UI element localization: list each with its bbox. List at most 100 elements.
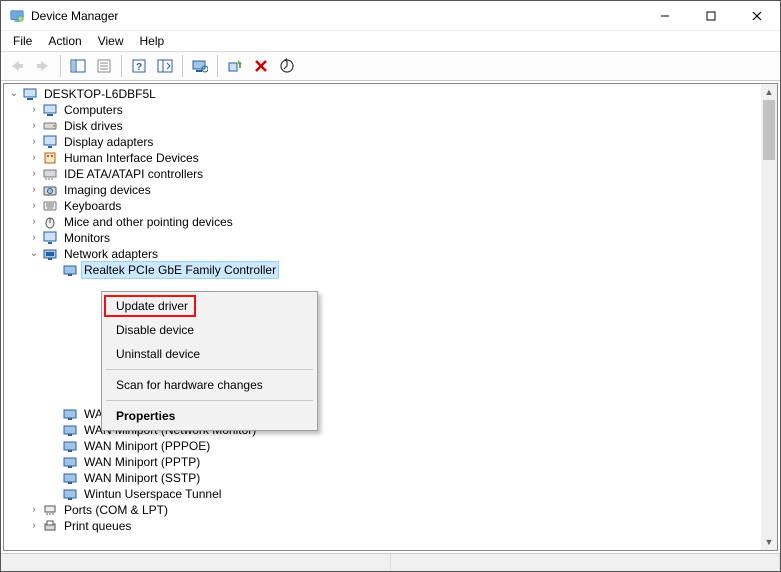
device-label: Realtek PCIe GbE Family Controller bbox=[82, 262, 278, 278]
menu-view[interactable]: View bbox=[90, 32, 132, 50]
expand-icon[interactable]: › bbox=[26, 118, 42, 134]
monitors-icon bbox=[42, 230, 58, 246]
tree-category[interactable]: ›Mice and other pointing devices bbox=[4, 214, 761, 230]
tree-category[interactable]: › Print queues bbox=[4, 518, 761, 534]
tree-root-label: DESKTOP-L6DBF5L bbox=[42, 86, 158, 102]
close-button[interactable] bbox=[734, 1, 780, 30]
tree-device[interactable]: WAN Miniport (PPPOE) bbox=[4, 438, 761, 454]
tree-device[interactable]: WAN Miniport (SSTP) bbox=[4, 470, 761, 486]
properties-button[interactable] bbox=[92, 54, 116, 78]
expand-icon[interactable]: › bbox=[26, 230, 42, 246]
show-hide-tree-button[interactable] bbox=[66, 54, 90, 78]
expand-icon[interactable]: › bbox=[26, 166, 42, 182]
tree-device[interactable]: WAN Miniport (PPTP) bbox=[4, 454, 761, 470]
category-label: Print queues bbox=[62, 518, 133, 534]
update-driver-button[interactable] bbox=[275, 54, 299, 78]
computers-icon bbox=[42, 102, 58, 118]
category-label: Human Interface Devices bbox=[62, 150, 201, 166]
tree-category[interactable]: › Computers bbox=[4, 102, 761, 118]
expand-icon[interactable]: › bbox=[26, 134, 42, 150]
titlebar: Device Manager bbox=[1, 1, 780, 31]
window-title: Device Manager bbox=[31, 9, 642, 23]
network-adapter-icon bbox=[62, 470, 78, 486]
menu-help[interactable]: Help bbox=[132, 32, 173, 50]
keyboards-icon bbox=[42, 198, 58, 214]
scroll-down-icon[interactable]: ▼ bbox=[761, 534, 777, 550]
svg-text:?: ? bbox=[136, 62, 142, 73]
expand-icon[interactable]: › bbox=[26, 182, 42, 198]
network-adapter-icon bbox=[62, 486, 78, 502]
category-label: Computers bbox=[62, 102, 125, 118]
toolbar: ? bbox=[1, 51, 780, 81]
ctx-separator bbox=[106, 369, 313, 370]
tree-category[interactable]: › IDE ATA/ATAPI controllers bbox=[4, 166, 761, 182]
expand-icon[interactable]: › bbox=[26, 102, 42, 118]
category-label: Ports (COM & LPT) bbox=[62, 502, 170, 518]
ctx-uninstall-device[interactable]: Uninstall device bbox=[104, 342, 315, 366]
network-adapter-icon bbox=[62, 422, 78, 438]
menu-file[interactable]: File bbox=[5, 32, 40, 50]
tree-category[interactable]: › Human Interface Devices bbox=[4, 150, 761, 166]
minimize-button[interactable] bbox=[642, 1, 688, 30]
ctx-disable-device[interactable]: Disable device bbox=[104, 318, 315, 342]
ctx-properties[interactable]: Properties bbox=[104, 404, 315, 428]
expand-icon[interactable]: › bbox=[26, 502, 42, 518]
menubar: File Action View Help bbox=[1, 31, 780, 51]
expand-icon[interactable]: › bbox=[26, 214, 42, 230]
uninstall-device-button[interactable] bbox=[249, 54, 273, 78]
tree-category[interactable]: › Keyboards bbox=[4, 198, 761, 214]
category-label: Keyboards bbox=[62, 198, 123, 214]
category-label: Disk drives bbox=[62, 118, 125, 134]
ide-icon bbox=[42, 166, 58, 182]
expand-icon[interactable]: › bbox=[26, 518, 42, 534]
help-button[interactable]: ? bbox=[127, 54, 151, 78]
back-button bbox=[5, 54, 29, 78]
collapse-icon[interactable]: ⌄ bbox=[6, 86, 22, 102]
network-adapter-icon bbox=[62, 406, 78, 422]
ctx-separator bbox=[106, 400, 313, 401]
scan-hardware-button[interactable] bbox=[188, 54, 212, 78]
disk-drives-icon bbox=[42, 118, 58, 134]
collapse-icon[interactable]: ⌄ bbox=[26, 246, 42, 262]
maximize-button[interactable] bbox=[688, 1, 734, 30]
device-label: Wintun Userspace Tunnel bbox=[82, 486, 223, 502]
ctx-scan-hardware[interactable]: Scan for hardware changes bbox=[104, 373, 315, 397]
network-adapter-icon bbox=[62, 438, 78, 454]
computer-icon bbox=[22, 86, 38, 102]
expand-icon[interactable]: › bbox=[26, 198, 42, 214]
expand-icon[interactable]: › bbox=[26, 150, 42, 166]
device-label: WAN Miniport (PPTP) bbox=[82, 454, 202, 470]
category-label: Network adapters bbox=[62, 246, 160, 262]
hid-icon bbox=[42, 150, 58, 166]
ctx-update-driver[interactable]: Update driver bbox=[104, 294, 315, 318]
menu-action[interactable]: Action bbox=[40, 32, 89, 50]
ports-icon bbox=[42, 502, 58, 518]
status-cell bbox=[1, 554, 391, 571]
network-adapter-icon bbox=[62, 454, 78, 470]
category-label: IDE ATA/ATAPI controllers bbox=[62, 166, 205, 182]
vertical-scrollbar[interactable]: ▲ ▼ bbox=[761, 84, 777, 550]
device-label: WAN Miniport (SSTP) bbox=[82, 470, 202, 486]
scrollbar-thumb[interactable] bbox=[763, 100, 775, 160]
status-cell bbox=[391, 554, 781, 571]
network-adapters-icon bbox=[42, 246, 58, 262]
tree-device[interactable]: Wintun Userspace Tunnel bbox=[4, 486, 761, 502]
tree-category[interactable]: › Disk drives bbox=[4, 118, 761, 134]
category-label: Display adapters bbox=[62, 134, 155, 150]
enable-device-button[interactable] bbox=[223, 54, 247, 78]
scroll-up-icon[interactable]: ▲ bbox=[761, 84, 777, 100]
action-button[interactable] bbox=[153, 54, 177, 78]
mice-icon bbox=[42, 214, 58, 230]
network-adapter-icon bbox=[62, 262, 78, 278]
category-label: Imaging devices bbox=[62, 182, 153, 198]
display-adapters-icon bbox=[42, 134, 58, 150]
tree-category-network[interactable]: ⌄ Network adapters bbox=[4, 246, 761, 262]
tree-category[interactable]: › Imaging devices bbox=[4, 182, 761, 198]
tree-device-selected[interactable]: Realtek PCIe GbE Family Controller bbox=[4, 262, 761, 278]
tree-category[interactable]: › Display adapters bbox=[4, 134, 761, 150]
tree-category[interactable]: ›Monitors bbox=[4, 230, 761, 246]
tree-category[interactable]: › Ports (COM & LPT) bbox=[4, 502, 761, 518]
tree-root[interactable]: ⌄ DESKTOP-L6DBF5L bbox=[4, 86, 761, 102]
forward-button bbox=[31, 54, 55, 78]
app-icon bbox=[9, 8, 25, 24]
